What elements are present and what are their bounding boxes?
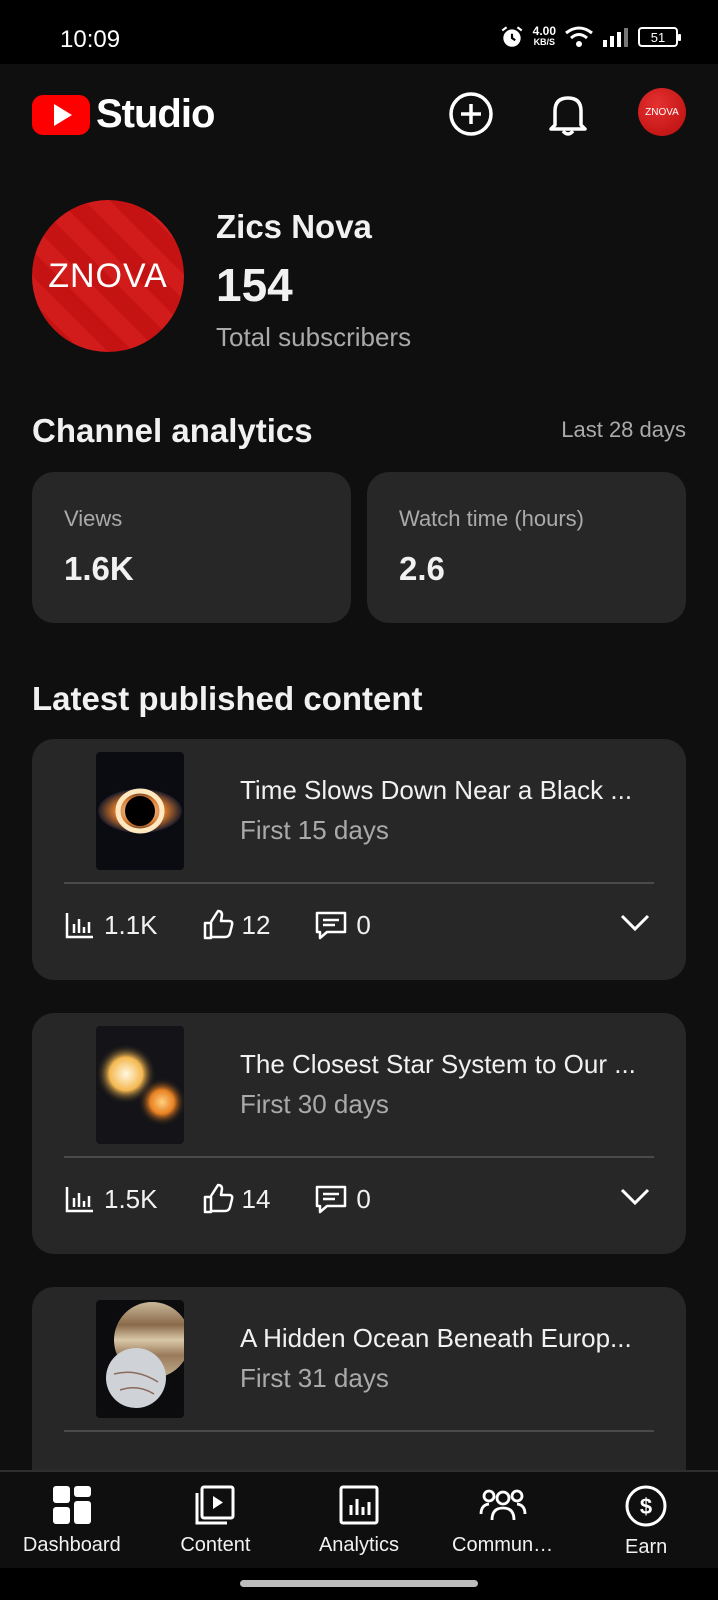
logo-text: Studio — [96, 92, 215, 136]
status-bar: 10:09 4.00 KB/S 51 — [0, 0, 718, 64]
views-count: 1.5K — [104, 1183, 158, 1214]
stat-value: 1.6K — [64, 550, 134, 587]
content-card[interactable]: Time Slows Down Near a Black ... First 1… — [32, 739, 686, 980]
video-period: First 30 days — [240, 1089, 389, 1119]
latest-content-title: Latest published content — [32, 680, 423, 717]
video-period: First 15 days — [240, 815, 389, 845]
video-thumbnail — [96, 1300, 190, 1418]
content-card[interactable]: The Closest Star System to Our ... First… — [32, 1013, 686, 1254]
nav-earn[interactable]: $ Earn — [574, 1472, 718, 1568]
content-icon — [195, 1485, 235, 1525]
video-thumbnail — [96, 1026, 186, 1144]
nav-dashboard[interactable]: Dashboard — [0, 1472, 144, 1568]
add-circle-icon — [449, 92, 493, 136]
channel-analytics-title: Channel analytics — [32, 412, 313, 449]
channel-avatar: ZNOVA — [32, 200, 184, 352]
battery-indicator: 51 — [638, 27, 681, 47]
bar-chart-icon — [65, 1187, 93, 1213]
chevron-down-icon[interactable] — [620, 1185, 650, 1207]
status-time: 10:09 — [60, 26, 121, 53]
nav-label: Content — [180, 1534, 251, 1556]
stat-label: Views — [64, 506, 123, 531]
subscriber-count: 154 — [216, 259, 293, 311]
nav-label: Analytics — [318, 1534, 399, 1556]
bar-chart-icon — [65, 913, 93, 939]
analytics-icon — [339, 1485, 379, 1525]
app-header: Studio ZNOVA — [0, 64, 718, 164]
home-gesture-bar[interactable] — [240, 1580, 478, 1587]
nav-label: Dashboard — [22, 1534, 121, 1556]
chevron-down-icon[interactable] — [620, 911, 650, 933]
video-thumbnail — [96, 752, 184, 870]
card-divider — [64, 1430, 654, 1432]
comments-count: 0 — [356, 909, 371, 940]
comment-icon — [316, 911, 347, 940]
video-title: The Closest Star System to Our ... — [240, 1049, 636, 1079]
earn-icon: $ — [625, 1485, 667, 1527]
nav-label: Commun… — [452, 1534, 554, 1556]
views-card[interactable]: Views 1.6K — [32, 472, 351, 623]
bell-icon — [549, 96, 587, 136]
youtube-play-icon — [32, 94, 90, 135]
views-count: 1.1K — [104, 909, 158, 940]
svg-text:$: $ — [640, 1494, 652, 1519]
nav-analytics[interactable]: Analytics — [287, 1472, 431, 1568]
create-button[interactable] — [443, 86, 499, 142]
status-icons: 4.00 KB/S 51 — [499, 24, 681, 50]
subscriber-label: Total subscribers — [216, 322, 412, 352]
nav-label: Earn — [625, 1536, 668, 1558]
bottom-navigation: Dashboard Content Analytics Commun… $ Ea… — [0, 1470, 718, 1568]
account-avatar[interactable]: ZNOVA — [638, 88, 686, 136]
card-divider — [64, 1156, 654, 1158]
likes-count: 12 — [241, 909, 271, 940]
video-metrics: 1.1K 12 0 — [64, 909, 415, 941]
comments-count: 0 — [356, 1183, 371, 1214]
stat-value: 2.6 — [399, 550, 445, 587]
thumb-up-icon — [203, 909, 233, 940]
nav-content[interactable]: Content — [144, 1472, 288, 1568]
dashboard-icon — [52, 1486, 91, 1524]
community-icon — [479, 1489, 526, 1521]
signal-icon — [603, 28, 628, 47]
alarm-icon — [501, 26, 523, 47]
network-speed: 4.00 KB/S — [532, 24, 556, 47]
stat-label: Watch time (hours) — [399, 506, 585, 531]
gesture-area — [0, 1568, 718, 1600]
video-title: Time Slows Down Near a Black ... — [240, 775, 633, 805]
wifi-icon — [565, 26, 593, 47]
nav-community[interactable]: Commun… — [431, 1472, 575, 1568]
card-divider — [64, 882, 654, 884]
analytics-period: Last 28 days — [561, 417, 686, 442]
video-metrics: 1.5K 14 0 — [64, 1183, 415, 1215]
comment-icon — [316, 1185, 347, 1214]
channel-name: Zics Nova — [216, 208, 372, 245]
notifications-button[interactable] — [540, 86, 596, 142]
likes-count: 14 — [241, 1183, 271, 1214]
thumb-up-icon — [203, 1183, 233, 1214]
video-period: First 31 days — [240, 1363, 389, 1393]
studio-logo[interactable]: Studio — [32, 92, 215, 137]
watch-time-card[interactable]: Watch time (hours) 2.6 — [367, 472, 686, 623]
video-title: A Hidden Ocean Beneath Europ... — [240, 1323, 632, 1353]
